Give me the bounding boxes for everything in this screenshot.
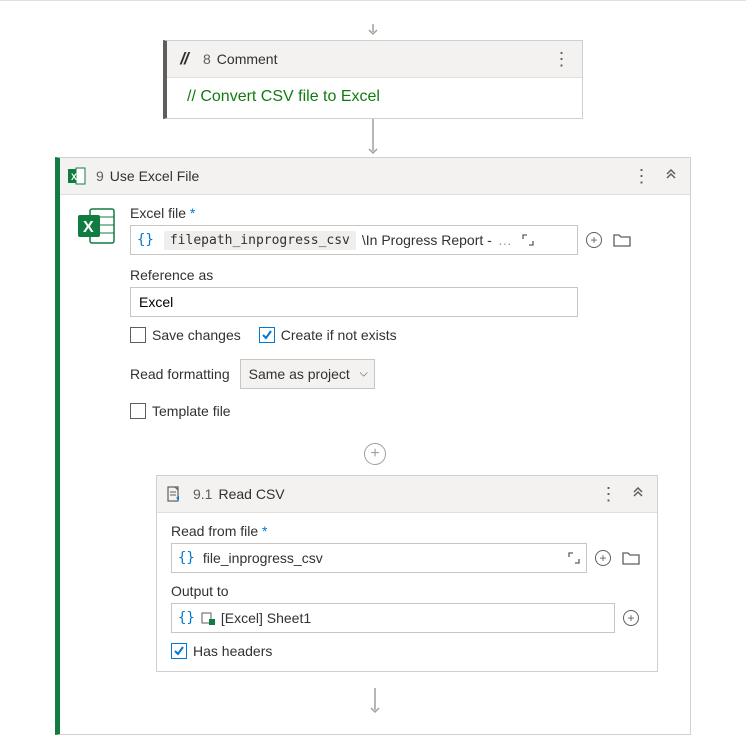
step-title: Comment xyxy=(217,51,278,67)
expression-icon: {} xyxy=(131,232,160,248)
browse-folder-button[interactable] xyxy=(610,226,634,254)
chevron-down-icon: ⌵ xyxy=(359,368,367,381)
step-number: 9 xyxy=(96,168,104,184)
step-number: 9.1 xyxy=(193,486,212,502)
expression-icon: {} xyxy=(172,610,201,626)
expand-icon[interactable] xyxy=(562,544,586,572)
variable-token[interactable]: filepath_inprogress_csv xyxy=(164,231,356,250)
reference-as-input[interactable] xyxy=(130,287,578,317)
path-suffix: \In Progress Report - xyxy=(360,232,494,248)
svg-text:X: X xyxy=(71,172,77,182)
collapse-button[interactable] xyxy=(660,164,682,188)
has-headers-checkbox[interactable]: Has headers xyxy=(171,643,272,659)
flow-arrow-bottom xyxy=(76,688,674,716)
more-menu-button[interactable]: ⋮ xyxy=(630,164,654,188)
step-title: Read CSV xyxy=(218,486,284,502)
activity-comment[interactable]: // 8 Comment ⋮ // Convert CSV file to Ex… xyxy=(163,40,583,119)
comment-icon: // xyxy=(175,50,193,68)
flow-arrow-top xyxy=(0,24,746,40)
browse-folder-button[interactable] xyxy=(619,544,643,572)
excel-icon: X xyxy=(68,167,86,185)
add-expression-button[interactable]: + xyxy=(591,544,615,572)
svg-text:X: X xyxy=(83,219,94,236)
output-to-input[interactable]: {} [Excel] Sheet1 xyxy=(171,603,615,633)
excel-file-label: Excel file * xyxy=(130,205,674,221)
more-menu-button[interactable]: ⋮ xyxy=(597,482,621,506)
read-from-file-input[interactable]: {} file_inprogress_csv xyxy=(171,543,587,573)
add-expression-button[interactable]: + xyxy=(582,226,606,254)
step-number: 8 xyxy=(203,51,211,67)
expand-icon[interactable] xyxy=(516,226,540,254)
add-expression-button[interactable]: + xyxy=(619,604,643,632)
step-title: Use Excel File xyxy=(110,168,199,184)
file-variable: file_inprogress_csv xyxy=(201,550,562,566)
read-formatting-select[interactable]: Same as project ⌵ xyxy=(240,359,375,389)
read-from-file-label: Read from file * xyxy=(171,523,643,539)
create-if-not-exists-checkbox[interactable]: Create if not exists xyxy=(259,327,397,343)
output-ref: [Excel] Sheet1 xyxy=(219,610,614,626)
more-menu-button[interactable]: ⋮ xyxy=(550,47,574,71)
expression-icon: {} xyxy=(172,550,201,566)
checkbox-icon xyxy=(130,403,146,419)
template-file-checkbox[interactable]: Template file xyxy=(130,403,231,419)
save-changes-checkbox[interactable]: Save changes xyxy=(130,327,241,343)
checkbox-icon xyxy=(171,643,187,659)
activity-use-excel-file[interactable]: X 9 Use Excel File ⋮ X xyxy=(55,157,691,735)
checkbox-icon xyxy=(259,327,275,343)
sheet-ref-icon xyxy=(201,611,215,625)
flow-connector xyxy=(0,119,746,151)
checkbox-icon xyxy=(130,327,146,343)
activity-read-csv[interactable]: 9.1 Read CSV ⋮ Read from file * {} file_… xyxy=(156,475,658,672)
comment-text: // Convert CSV file to Excel xyxy=(187,88,380,105)
reference-as-label: Reference as xyxy=(130,267,674,283)
collapse-button[interactable] xyxy=(627,482,649,506)
read-formatting-label: Read formatting xyxy=(130,366,230,382)
output-to-label: Output to xyxy=(171,583,643,599)
readcsv-icon xyxy=(165,485,183,503)
excel-file-input[interactable]: {} filepath_inprogress_csv \In Progress … xyxy=(130,225,578,255)
ellipsis-icon: … xyxy=(494,232,516,248)
excel-large-icon: X xyxy=(76,205,118,250)
add-activity-button[interactable]: + xyxy=(364,443,386,465)
